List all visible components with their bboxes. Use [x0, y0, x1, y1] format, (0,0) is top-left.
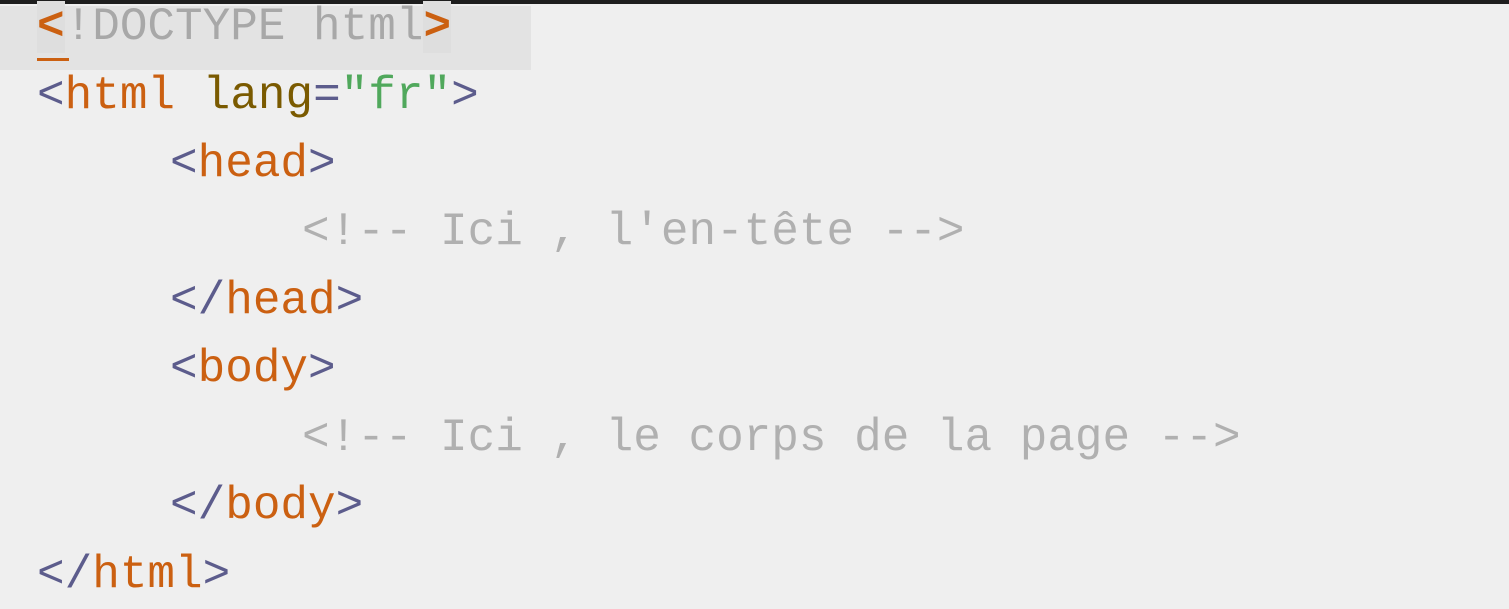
tag-close-bracket: > — [451, 70, 479, 122]
doctype-declaration: !DOCTYPE html — [64, 1, 424, 53]
tag-name-head-close: head — [225, 275, 336, 327]
tag-close-bracket: > — [335, 275, 364, 327]
tag-open-bracket: < — [170, 343, 198, 395]
tag-open-bracket: </ — [37, 549, 93, 601]
code-line-2[interactable]: <html lang="fr"> — [0, 62, 479, 130]
code-line-9[interactable]: </html> — [0, 541, 230, 609]
attribute-equals: = — [313, 70, 341, 122]
tag-close-bracket: > — [308, 343, 336, 395]
tag-close-bracket: > — [335, 480, 364, 532]
code-editor[interactable]: <!DOCTYPE html> <html lang="fr"> <head> … — [0, 0, 1509, 603]
tag-open-bracket: < — [37, 70, 65, 122]
tag-name-html: html — [64, 70, 176, 122]
comment-body: <!-- Ici , le corps de la page --> — [302, 412, 1241, 464]
tag-close-bracket: > — [308, 138, 336, 190]
code-editor-screen: { "code": { "line1": {"open": "<", "text… — [0, 0, 1509, 603]
code-line-1[interactable]: <!DOCTYPE html> — [0, 0, 452, 61]
tag-open-bracket: < — [170, 138, 198, 190]
tag-name-html-close: html — [92, 549, 203, 601]
comment-head: <!-- Ici , l'en-tête --> — [302, 206, 965, 258]
tag-close-bracket: > — [202, 549, 231, 601]
tag-name-body: body — [197, 343, 309, 395]
code-line-8[interactable]: </body> — [0, 472, 363, 540]
code-line-4[interactable]: <!-- Ici , l'en-tête --> — [0, 198, 965, 266]
tag-name-head: head — [197, 138, 309, 190]
matched-bracket-close: > — [423, 1, 452, 53]
tag-open-bracket: </ — [170, 480, 226, 532]
matched-bracket-open: < — [37, 1, 65, 53]
tag-name-body-close: body — [225, 480, 336, 532]
attribute-value: "fr" — [340, 70, 452, 122]
code-line-5[interactable]: </head> — [0, 267, 363, 335]
code-line-3[interactable]: <head> — [0, 130, 336, 198]
code-line-6[interactable]: <body> — [0, 335, 336, 403]
code-line-7[interactable]: <!-- Ici , le corps de la page --> — [0, 404, 1241, 472]
tag-open-bracket: </ — [170, 275, 226, 327]
attribute-name: lang — [202, 70, 314, 122]
